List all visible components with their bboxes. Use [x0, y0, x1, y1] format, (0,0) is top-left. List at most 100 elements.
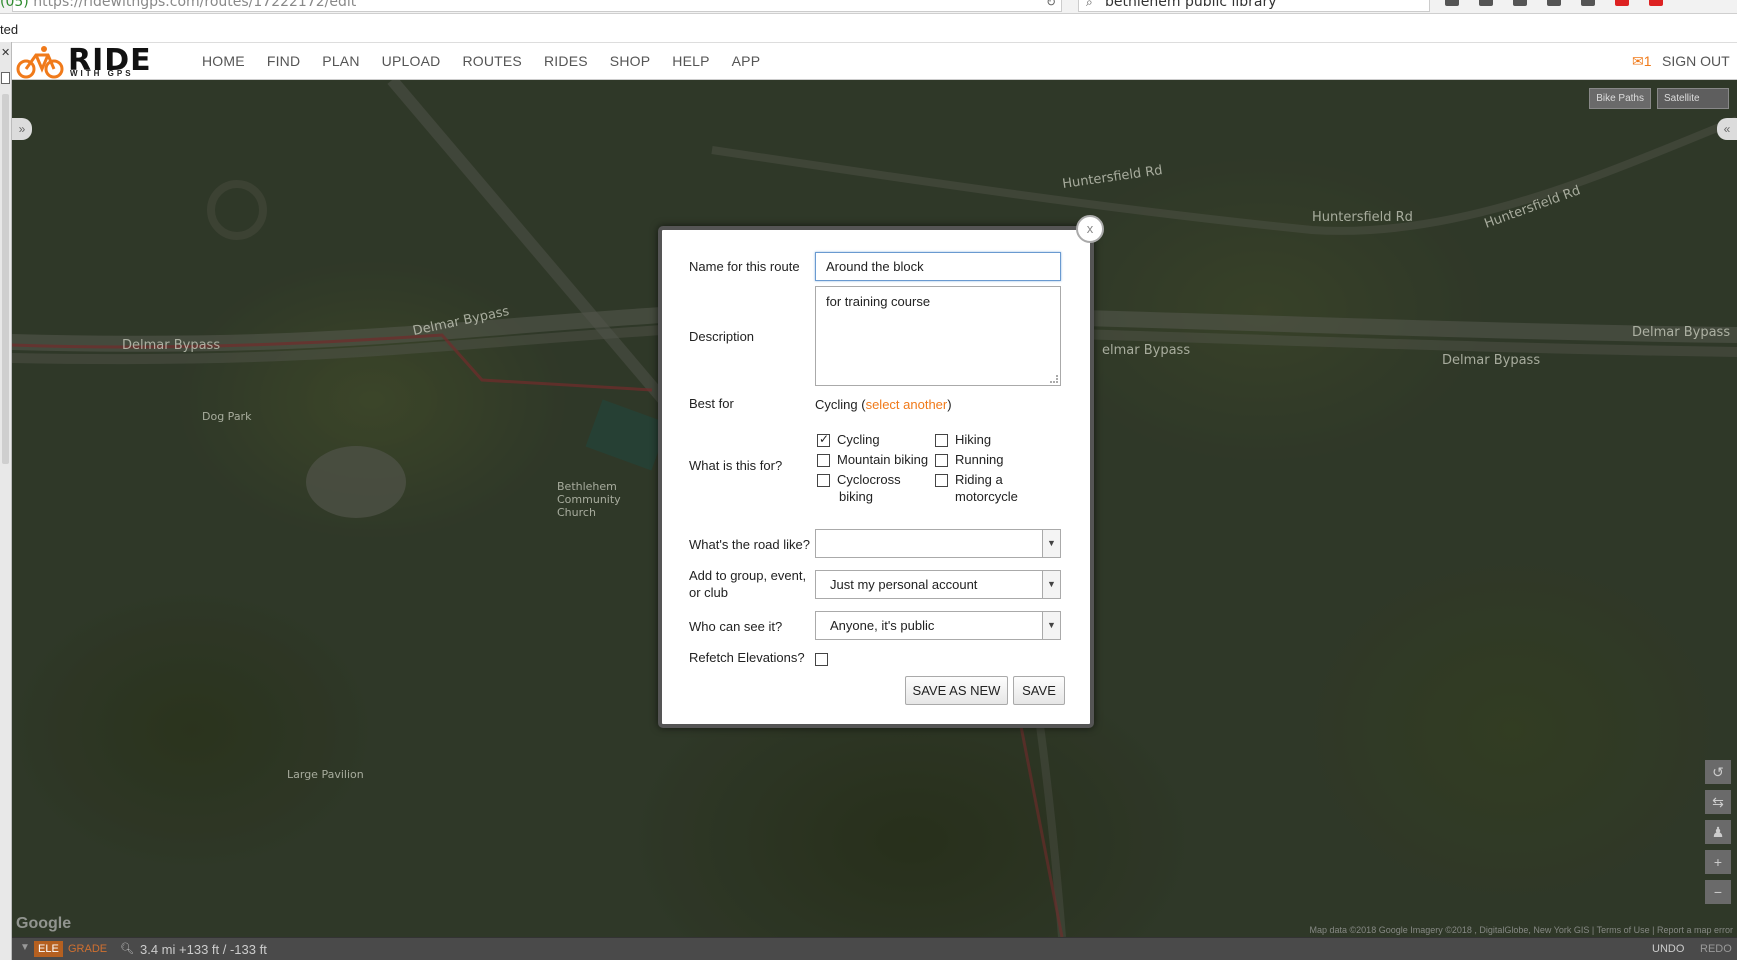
- map-label-delmar-bypass: Delmar Bypass: [1442, 353, 1541, 368]
- mail-count: 1: [1643, 53, 1652, 69]
- purpose-label: What is this for?: [689, 458, 783, 473]
- nav-rides[interactable]: RIDES: [544, 53, 588, 69]
- cyclocross-label-line1: Cyclocross: [837, 472, 901, 487]
- chevron-down-icon: ▼: [1042, 612, 1060, 639]
- cyclocross-label: Cyclocross biking: [837, 471, 901, 505]
- nav-plan[interactable]: PLAN: [322, 53, 359, 69]
- map-label-delmar-bypass: elmar Bypass: [1102, 343, 1191, 358]
- nav-shop[interactable]: SHOP: [610, 53, 650, 69]
- mountain-biking-checkbox[interactable]: [817, 454, 830, 467]
- logo[interactable]: RIDE WITH GPS: [16, 43, 181, 79]
- extension-icon[interactable]: [1615, 0, 1629, 6]
- route-name-input[interactable]: Around the block: [815, 252, 1061, 281]
- expand-arrow-icon[interactable]: ▼: [20, 942, 30, 953]
- url-prefix: (05): [0, 0, 29, 10]
- mail-icon: ✉: [1632, 53, 1644, 69]
- undo-button[interactable]: UNDO: [1652, 943, 1684, 955]
- bookmark-star-icon[interactable]: [1445, 0, 1459, 6]
- map-zoom-controls: ↺ ⇆ ♟ + −: [1705, 760, 1731, 904]
- group-value: Just my personal account: [830, 577, 978, 592]
- map-label-church: Bethlehem Community Church: [557, 480, 621, 519]
- map-attribution[interactable]: Map data ©2018 Google Imagery ©2018 , Di…: [1310, 925, 1733, 935]
- route-stats: 3.4 mi +133 ft / -133 ft: [140, 942, 267, 957]
- expand-right-panel-button[interactable]: «: [1717, 118, 1737, 140]
- motorcycle-checkbox[interactable]: [935, 474, 948, 487]
- elevation-tab[interactable]: ELE: [34, 941, 63, 957]
- route-name-label: Name for this route: [689, 259, 800, 274]
- url-path: /routes/17222172/edit: [199, 0, 357, 10]
- close-icon[interactable]: ✕: [1, 46, 10, 59]
- group-select[interactable]: Just my personal account ▼: [815, 570, 1061, 599]
- nav-app[interactable]: APP: [732, 53, 761, 69]
- group-label: Add to group, event, or club: [689, 567, 806, 601]
- running-checkbox[interactable]: [935, 454, 948, 467]
- chevron-down-icon: ▼: [1042, 530, 1060, 557]
- info-icon[interactable]: [1581, 0, 1595, 6]
- logo-subtitle: WITH GPS: [70, 69, 134, 78]
- zoom-search-icon[interactable]: 🔍︎: [120, 942, 134, 955]
- pocket-icon[interactable]: [1513, 0, 1527, 6]
- url-host: https://ridewithgps.com: [33, 0, 200, 10]
- nav-routes[interactable]: ROUTES: [462, 53, 522, 69]
- map-type-select[interactable]: Satellite: [1657, 88, 1729, 109]
- refetch-elevations-checkbox[interactable]: [815, 653, 828, 666]
- reload-icon[interactable]: ↻: [1046, 0, 1056, 9]
- bike-paths-toggle[interactable]: Bike Paths: [1589, 88, 1651, 109]
- hiking-label: Hiking: [955, 432, 992, 447]
- notification-strip: ted: [0, 14, 1737, 42]
- messages-link[interactable]: ✉1: [1632, 53, 1652, 70]
- scrollbar[interactable]: [2, 94, 9, 464]
- rotate-icon[interactable]: ↺: [1705, 760, 1731, 784]
- save-route-dialog: Name for this route Around the block Des…: [658, 226, 1094, 728]
- map-label-dog-park: Dog Park: [202, 410, 252, 423]
- nav-home[interactable]: HOME: [202, 53, 245, 69]
- notification-text: ted: [0, 22, 19, 37]
- reading-list-icon[interactable]: [1479, 0, 1493, 6]
- home-icon[interactable]: [1547, 0, 1561, 6]
- road-type-select[interactable]: ▼: [815, 529, 1061, 558]
- motorcycle-label: Riding a motorcycle: [955, 471, 1018, 505]
- elevation-status-bar: ▼ ELE GRADE 🔍︎ 3.4 mi +133 ft / -133 ft …: [12, 937, 1737, 960]
- refetch-label: Refetch Elevations?: [689, 650, 805, 665]
- zoom-in-button[interactable]: +: [1705, 850, 1731, 874]
- sidebar-toggle[interactable]: [1, 72, 10, 84]
- main-nav: HOME FIND PLAN UPLOAD ROUTES RIDES SHOP …: [202, 53, 782, 69]
- adblock-icon[interactable]: [1649, 0, 1663, 6]
- save-button[interactable]: SAVE: [1013, 676, 1065, 705]
- grade-tab[interactable]: GRADE: [68, 943, 107, 955]
- nav-help[interactable]: HELP: [672, 53, 709, 69]
- description-label: Description: [689, 329, 755, 344]
- pegman-icon[interactable]: ♟: [1705, 820, 1731, 844]
- save-as-new-button[interactable]: SAVE AS NEW: [905, 676, 1008, 705]
- best-for-value: Cycling (select another): [815, 397, 952, 412]
- hiking-checkbox[interactable]: [935, 434, 948, 447]
- mountain-biking-label: Mountain biking: [837, 452, 929, 467]
- close-dialog-button[interactable]: x: [1076, 215, 1104, 243]
- motorcycle-label-line1: Riding a: [955, 472, 1003, 487]
- tilt-icon[interactable]: ⇆: [1705, 790, 1731, 814]
- description-text: for training course: [826, 294, 931, 309]
- running-label: Running: [955, 452, 1004, 467]
- address-text: (05) https://ridewithgps.com/routes/1722…: [0, 0, 356, 10]
- nav-upload[interactable]: UPLOAD: [382, 53, 441, 69]
- group-label-line2: or club: [689, 585, 729, 600]
- select-another-link[interactable]: select another: [866, 397, 948, 412]
- expand-left-panel-button[interactable]: »: [12, 118, 32, 140]
- google-logo: Google: [16, 915, 72, 932]
- zoom-out-button[interactable]: −: [1705, 880, 1731, 904]
- nav-find[interactable]: FIND: [267, 53, 300, 69]
- resize-handle[interactable]: [1050, 375, 1058, 383]
- site-header: RIDE WITH GPS HOME FIND PLAN UPLOAD ROUT…: [12, 42, 1737, 80]
- description-textarea[interactable]: for training course: [815, 286, 1061, 386]
- motorcycle-label-line2: motorcycle: [955, 489, 1018, 504]
- redo-button[interactable]: REDO: [1700, 943, 1732, 955]
- browser-toolbar-icons: [1445, 0, 1663, 6]
- best-for-label: Best for: [689, 396, 734, 411]
- left-sidebar-strip: ✕: [0, 42, 12, 960]
- cycling-checkbox[interactable]: [817, 432, 830, 447]
- cyclocross-checkbox[interactable]: [817, 474, 830, 487]
- signout-link[interactable]: SIGN OUT: [1662, 53, 1730, 69]
- road-type-label: What's the road like?: [689, 537, 810, 552]
- map-label-delmar-bypass: Delmar Bypass: [1632, 325, 1731, 340]
- visibility-select[interactable]: Anyone, it's public ▼: [815, 611, 1061, 640]
